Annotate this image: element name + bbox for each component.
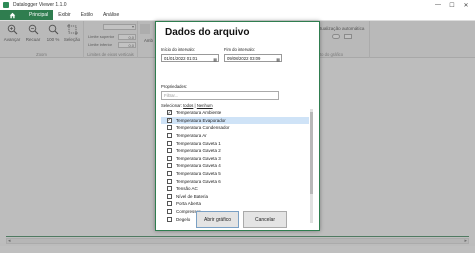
property-label: Temperatura Ambiente [176,110,222,116]
list-item[interactable]: Temperatura Gaveta 5 [161,170,309,178]
calendar-icon[interactable]: ▦ [213,56,217,63]
window-title: Datalogger Viewer 1.1.0 [13,2,67,8]
start-label: Início do intervalo: [161,47,195,52]
properties-label: Propriedades: [161,84,188,89]
property-label: Nível de Bateria [176,193,209,199]
list-item[interactable]: ✓ Temperatura Evaporador [161,116,309,125]
list-item[interactable]: Temperatura Gaveta 6 [161,177,309,185]
menu-bar: Principal Exibir Estilo Análise [0,10,475,21]
property-checkbox[interactable] [167,155,172,161]
tab-principal[interactable]: Principal [24,10,54,20]
list-item[interactable]: Temperatura Gaveta 2 [161,147,309,155]
filter-input[interactable]: Filtrar... [161,91,279,100]
property-label: Temperatura Evaporador [176,117,226,123]
open-chart-button[interactable]: Abrir gráfico [196,211,239,228]
property-checkbox[interactable] [167,125,172,131]
end-date-field[interactable]: 09/08/2022 03:09 ▦ [224,54,282,62]
title-bar: Datalogger Viewer 1.1.0 — ☐ ✕ [0,0,475,10]
property-label: Temperatura Condensador [176,125,230,131]
property-checkbox[interactable]: ✓ [167,118,172,123]
select-all-link[interactable]: todos [183,103,193,108]
select-row: Selecionar: todos | Nenhum [161,103,213,108]
tab-analise[interactable]: Análise [98,10,124,20]
property-checkbox[interactable] [167,201,172,207]
list-item[interactable]: Temperatura Ar [161,132,309,140]
property-label: Temperatura Gaveta 1 [176,140,221,146]
end-label: Fim do intervalo: [224,47,255,52]
tab-exibir[interactable]: Exibir [53,10,76,20]
list-item[interactable]: Temperatura Gaveta 3 [161,155,309,163]
property-checkbox[interactable] [167,171,172,177]
property-checkbox[interactable] [167,163,172,169]
list-item[interactable]: Temperatura Gaveta 1 [161,139,309,147]
property-checkbox[interactable] [167,148,172,154]
property-checkbox[interactable] [167,140,172,146]
list-item[interactable]: Temperatura Condensador [161,124,309,132]
app-logo-icon [3,2,9,8]
list-scroll-thumb[interactable] [310,112,313,194]
property-label: Temperatura Gaveta 6 [176,178,221,184]
select-prefix: Selecionar: [161,103,182,108]
window-controls: — ☐ ✕ [431,0,473,10]
list-item[interactable]: Porta Aberta [161,200,309,208]
property-checkbox[interactable] [167,133,172,139]
file-data-dialog: Dados do arquivo Início do intervalo: 01… [155,21,320,231]
dialog-title: Dados do arquivo [165,27,250,38]
property-checkbox[interactable] [167,216,172,222]
list-scrollbar[interactable] [310,109,313,223]
list-item[interactable]: Tensão AC [161,185,309,193]
property-label: Temperatura Gaveta 4 [176,163,221,169]
property-label: Temperatura Gaveta 5 [176,171,221,177]
list-item[interactable]: ✓ Temperatura Ambiente [161,109,309,117]
property-label: Temperatura Ar [176,133,207,139]
tab-estilo[interactable]: Estilo [76,10,98,20]
home-button[interactable] [0,10,24,20]
start-date-value: 01/01/2022 01:01 [164,56,198,61]
close-button[interactable]: ✕ [459,0,473,10]
minimize-button[interactable]: — [431,0,445,10]
property-checkbox[interactable] [167,193,172,199]
property-label: Degelo [176,216,191,222]
property-checkbox[interactable] [167,209,172,215]
home-icon [9,12,15,18]
property-checkbox[interactable] [167,178,172,184]
property-checkbox[interactable] [167,186,172,192]
property-label: Tensão AC [176,186,198,192]
property-checkbox[interactable]: ✓ [167,110,172,116]
properties-list: ✓ Temperatura Ambiente ✓ Temperatura Evapor… [161,109,309,223]
list-item[interactable]: Nível de Bateria [161,193,309,201]
end-date-value: 09/08/2022 03:09 [227,56,261,61]
property-label: Temperatura Gaveta 3 [176,155,221,161]
maximize-button[interactable]: ☐ [445,0,459,10]
start-date-field[interactable]: 01/01/2022 01:01 ▦ [161,54,219,62]
select-none-link[interactable]: Nenhum [197,103,213,108]
cancel-button[interactable]: Cancelar [243,211,287,228]
property-label: Porta Aberta [176,201,202,207]
list-item[interactable]: Temperatura Gaveta 4 [161,162,309,170]
calendar-icon[interactable]: ▦ [276,56,280,63]
property-label: Temperatura Gaveta 2 [176,148,221,154]
